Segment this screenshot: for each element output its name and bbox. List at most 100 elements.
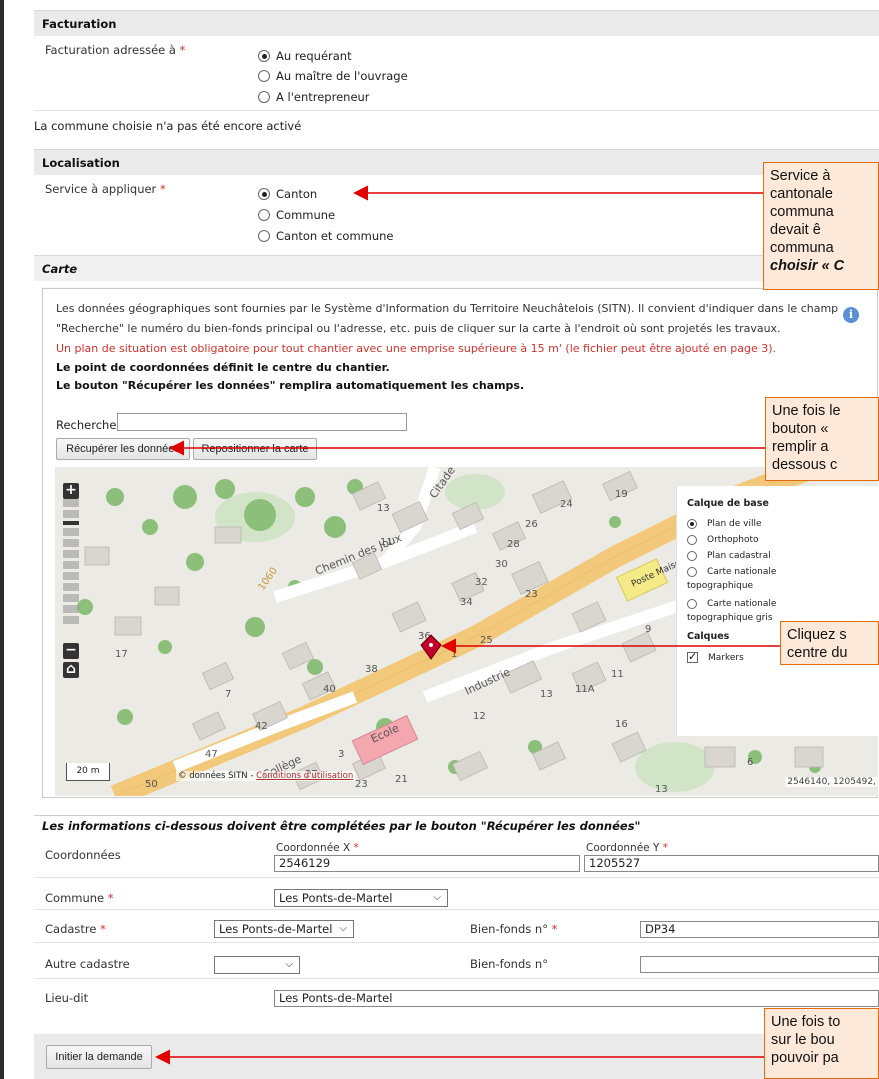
callout-map-click: Cliquez s centre du <box>780 621 879 665</box>
divider <box>34 978 879 979</box>
radio-icon[interactable] <box>687 567 697 577</box>
house-number: 3 <box>338 749 344 760</box>
house-number: 50 <box>145 779 158 790</box>
radio-canton-et-commune[interactable]: Canton et commune <box>258 229 394 243</box>
bienfonds2-input[interactable] <box>640 956 879 973</box>
facturation-label: Facturation adressée à * <box>45 43 186 57</box>
house-number: 30 <box>495 559 508 570</box>
house-number: 40 <box>323 684 336 695</box>
divider <box>34 877 879 878</box>
radio-icon[interactable] <box>687 535 697 545</box>
house-number: 13 <box>655 784 668 795</box>
house-number: 6 <box>747 757 753 768</box>
autre-cadastre-select[interactable]: ⌵ <box>214 956 300 974</box>
radio-icon[interactable] <box>258 50 270 62</box>
layer-option-orthophoto[interactable]: Orthophoto <box>687 535 878 545</box>
coord-x-input[interactable]: 2546129 <box>274 855 580 872</box>
house-number: 21 <box>395 774 408 785</box>
house-number: 13 <box>377 503 390 514</box>
callout-fetch: Une fois le bouton «remplir a dessous c <box>765 397 879 481</box>
radio-commune[interactable]: Commune <box>258 208 335 222</box>
radio-canton[interactable]: Canton <box>258 187 317 201</box>
radio-icon[interactable] <box>687 551 697 561</box>
radio-icon[interactable] <box>687 599 697 609</box>
commune-select[interactable]: Les Ponts-de-Martel ⌵ <box>274 889 448 907</box>
radio-maitre-ouvrage[interactable]: Au maître de l'ouvrage <box>258 69 408 83</box>
divider <box>34 942 879 943</box>
house-number: 13 <box>540 689 553 700</box>
callout-submit: Une fois to sur le bou pouvoir pa <box>764 1008 879 1079</box>
house-number: 42 <box>255 721 268 732</box>
coord-x-label: Coordonnée X * <box>276 842 359 854</box>
house-number: 11 <box>380 537 393 548</box>
info-line-bold-1: Le point de coordonnées définit le centr… <box>56 361 390 374</box>
cadastre-select[interactable]: Les Ponts-de-Martel ⌵ <box>214 920 354 938</box>
house-number: 23 <box>355 779 368 790</box>
house-number: 23 <box>525 589 538 600</box>
layer-option-plan-cadastral[interactable]: Plan cadastral <box>687 551 878 561</box>
layer-sub-label: topographique <box>687 581 754 591</box>
info-line-red: Un plan de situation est obligatoire pou… <box>56 342 777 355</box>
radio-icon[interactable] <box>258 70 270 82</box>
home-icon[interactable]: ⌂ <box>63 662 79 678</box>
house-number: 7 <box>225 689 231 700</box>
carte-header: Carte <box>34 255 879 281</box>
zoom-slider[interactable] <box>63 499 79 639</box>
radio-icon[interactable] <box>258 230 270 242</box>
commune-notice: La commune choisie n'a pas été encore ac… <box>34 119 302 133</box>
coord-y-input[interactable]: 1205527 <box>584 855 879 872</box>
radio-icon[interactable] <box>687 519 697 529</box>
map-attribution: © données SITN - Conditions d'utilisatio… <box>176 771 356 781</box>
radio-entrepreneur[interactable]: A l'entrepreneur <box>258 90 370 104</box>
base-layer-title: Calque de base <box>687 498 769 509</box>
map-view[interactable]: Chemin des Joux Citade Industrie Ecole C… <box>55 467 878 796</box>
layer-option-carte-nationale[interactable]: Carte nationale <box>687 567 878 577</box>
info-icon[interactable]: i <box>843 307 859 323</box>
facturation-header: Facturation <box>34 10 879 36</box>
house-number: 16 <box>615 719 628 730</box>
layer-option-carte-nationale-gris[interactable]: Carte nationale <box>687 599 878 609</box>
terms-link[interactable]: Conditions d'utilisation <box>256 771 353 781</box>
radio-au-requerant[interactable]: Au requérant <box>258 49 352 63</box>
fetch-data-button[interactable]: Récupérer les données <box>56 438 190 460</box>
house-number: 32 <box>475 577 488 588</box>
reposition-map-button[interactable]: Repositionner la carte <box>193 438 317 460</box>
commune-label: Commune * <box>45 891 114 905</box>
house-number: 11 <box>611 669 624 680</box>
localisation-header: Localisation <box>34 149 879 175</box>
radio-icon[interactable] <box>258 188 270 200</box>
search-input[interactable] <box>117 413 407 431</box>
submit-bar <box>34 1034 879 1079</box>
lieudit-input[interactable]: Les Ponts-de-Martel <box>274 990 879 1007</box>
layer-switcher: Calque de base Plan de ville Orthophoto … <box>676 486 878 736</box>
left-edge-bar <box>0 0 4 1079</box>
house-number: 25 <box>480 635 493 646</box>
radio-icon[interactable] <box>258 91 270 103</box>
house-number: 24 <box>560 499 573 510</box>
bienfonds-input[interactable]: DP34 <box>640 921 879 938</box>
callout-service: Service à cantonale communa devait ê communa… <box>763 162 879 290</box>
coordinates-label: Coordonnées <box>45 848 121 862</box>
house-number: 38 <box>365 664 378 675</box>
info-line-2: "Recherche" le numéro du bien-fonds prin… <box>56 322 781 335</box>
checkbox-icon[interactable] <box>687 650 698 663</box>
house-number: 11A <box>575 684 595 695</box>
zoom-in-button[interactable]: + <box>63 483 79 499</box>
submit-button[interactable]: Initier la demande <box>46 1045 152 1069</box>
divider <box>34 909 879 910</box>
zoom-out-button[interactable]: − <box>63 643 79 659</box>
altitude-label: 1060 <box>256 566 280 593</box>
bienfonds-label: Bien-fonds n° * <box>470 922 558 936</box>
radio-icon[interactable] <box>258 209 270 221</box>
house-number: 28 <box>507 539 520 550</box>
house-number: 26 <box>525 519 538 530</box>
house-number: 47 <box>205 749 218 760</box>
house-number: 9 <box>645 624 651 635</box>
form-page: Facturation Facturation adressée à * Au … <box>0 0 879 1079</box>
info-line-bold-2: Le bouton "Récupérer les données" rempli… <box>56 379 525 392</box>
house-number: 19 <box>615 489 628 500</box>
layer-option-plan-de-ville[interactable]: Plan de ville <box>687 519 878 529</box>
autre-cadastre-label: Autre cadastre <box>45 957 130 971</box>
coord-y-label: Coordonnée Y * <box>586 842 668 854</box>
bienfonds2-label: Bien-fonds n° <box>470 957 548 971</box>
